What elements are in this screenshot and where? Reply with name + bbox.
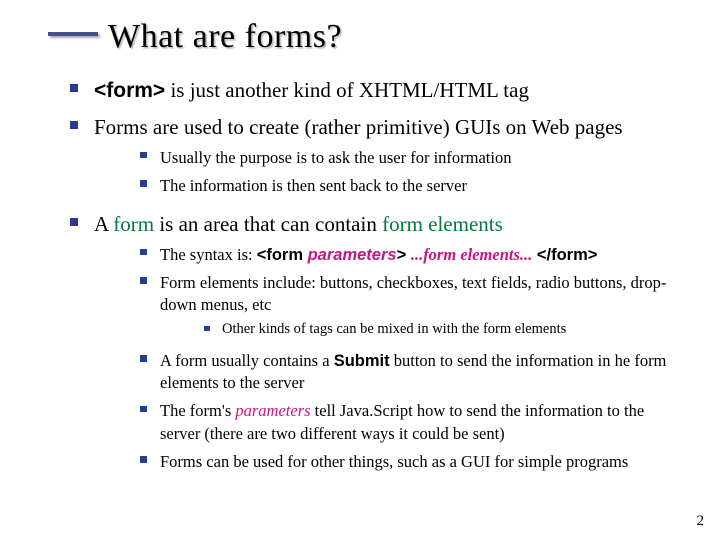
bullet-l2: The form's parameters tell Java.Script h… bbox=[140, 397, 686, 448]
bullet-list-l2: Usually the purpose is to ask the user f… bbox=[94, 142, 686, 203]
text: The form's bbox=[160, 401, 235, 420]
text: A bbox=[94, 212, 113, 236]
bullet-l3: Other kinds of tags can be mixed in with… bbox=[204, 318, 686, 342]
param-parameters: parameters bbox=[235, 401, 310, 420]
code-open-form: <form bbox=[257, 246, 308, 264]
bullet-list-l2: The syntax is: <form parameters> ...form… bbox=[94, 239, 686, 479]
slide: What are forms? <form> is just another k… bbox=[0, 0, 720, 540]
bullet-l1: <form> is just another kind of XHTML/HTM… bbox=[70, 72, 686, 109]
bullet-list: <form> is just another kind of XHTML/HTM… bbox=[0, 72, 720, 482]
text: A form usually contains a bbox=[160, 351, 334, 370]
code-close-form: </form> bbox=[532, 246, 597, 264]
bullet-l2: A form usually contains a Submit button … bbox=[140, 347, 686, 398]
code-form-tag: <form> bbox=[94, 79, 165, 102]
bullet-list-l3: Other kinds of tags can be mixed in with… bbox=[160, 316, 686, 344]
text: Form elements include: buttons, checkbox… bbox=[160, 273, 666, 314]
text: The information is then sent back to the… bbox=[160, 176, 467, 195]
bullet-l2: Usually the purpose is to ask the user f… bbox=[140, 144, 686, 172]
title-wrap: What are forms? bbox=[0, 0, 720, 62]
code-close-angle: > bbox=[397, 246, 411, 264]
text: The syntax is: bbox=[160, 245, 257, 264]
page-number: 2 bbox=[697, 513, 705, 530]
code-submit: Submit bbox=[334, 352, 390, 370]
text: is just another kind of XHTML/HTML tag bbox=[165, 78, 529, 102]
text: Other kinds of tags can be mixed in with… bbox=[222, 321, 566, 337]
text: Usually the purpose is to ask the user f… bbox=[160, 148, 511, 167]
ellipsis-form-elements: ...form elements... bbox=[411, 245, 532, 264]
code-parameters: parameters bbox=[308, 246, 397, 264]
slide-title: What are forms? bbox=[108, 18, 720, 56]
text: Forms can be used for other things, such… bbox=[160, 452, 628, 471]
bullet-l2: The syntax is: <form parameters> ...form… bbox=[140, 241, 686, 269]
bullet-l1: Forms are used to create (rather primiti… bbox=[70, 109, 686, 206]
text: Forms are used to create (rather primiti… bbox=[94, 115, 623, 139]
bullet-l2: The information is then sent back to the… bbox=[140, 172, 686, 200]
bullet-l2: Forms can be used for other things, such… bbox=[140, 448, 686, 476]
bullet-l1: A form is an area that can contain form … bbox=[70, 206, 686, 482]
bullet-l2: Form elements include: buttons, checkbox… bbox=[140, 269, 686, 347]
keyword-form-elements: form elements bbox=[382, 212, 503, 236]
title-accent-bar bbox=[48, 32, 98, 36]
text: is an area that can contain bbox=[154, 212, 382, 236]
keyword-form: form bbox=[113, 212, 154, 236]
